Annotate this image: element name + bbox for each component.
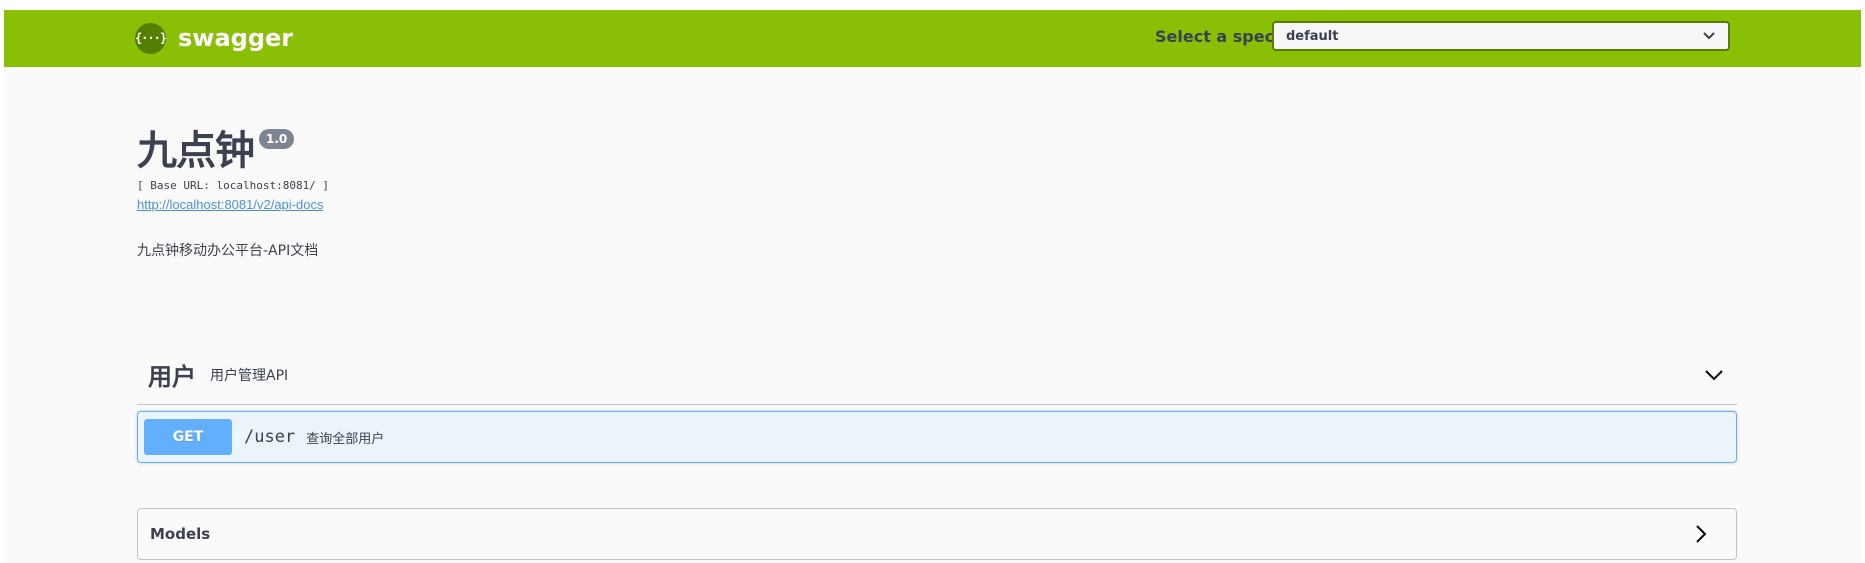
tag-name: 用户 — [148, 363, 196, 391]
base-url: [ Base URL: localhost:8081/ ] — [137, 179, 330, 192]
spec-select-value: default — [1286, 28, 1339, 44]
tag-description: 用户管理API — [210, 367, 289, 384]
spec-select-label: Select a spec — [1155, 27, 1275, 46]
tag-section-user: 用户 用户管理API GET /user 查询全部用户 — [137, 345, 1737, 463]
chevron-right-icon[interactable] — [1690, 523, 1712, 545]
swagger-ui-frame: {···} swagger Select a spec default 九点钟 … — [4, 10, 1861, 563]
version-badge: 1.0 — [259, 129, 295, 149]
operation-get-user[interactable]: GET /user 查询全部用户 — [137, 411, 1737, 463]
models-title: Models — [150, 525, 211, 543]
tag-header-user[interactable]: 用户 用户管理API — [137, 345, 1737, 405]
chevron-down-icon[interactable] — [1703, 364, 1725, 386]
chevron-down-icon — [1703, 32, 1715, 40]
models-section[interactable]: Models — [137, 508, 1737, 560]
brand-name: swagger — [178, 24, 294, 52]
api-docs-link[interactable]: http://localhost:8081/v2/api-docs — [137, 197, 329, 212]
swagger-logo-icon: {···} — [135, 22, 167, 54]
operation-path: /user — [244, 427, 296, 447]
swagger-logo-link[interactable]: {···} swagger — [135, 22, 293, 54]
spec-select[interactable]: default — [1272, 21, 1730, 51]
top-bar: {···} swagger Select a spec default — [4, 10, 1861, 67]
api-description: 九点钟移动办公平台-API文档 — [137, 243, 319, 259]
method-badge-get: GET — [144, 419, 232, 455]
operation-summary: 查询全部用户 — [306, 431, 385, 447]
api-info: 九点钟 1.0 [ Base URL: localhost:8081/ ] ht… — [137, 127, 329, 260]
api-title: 九点钟 — [137, 128, 255, 174]
